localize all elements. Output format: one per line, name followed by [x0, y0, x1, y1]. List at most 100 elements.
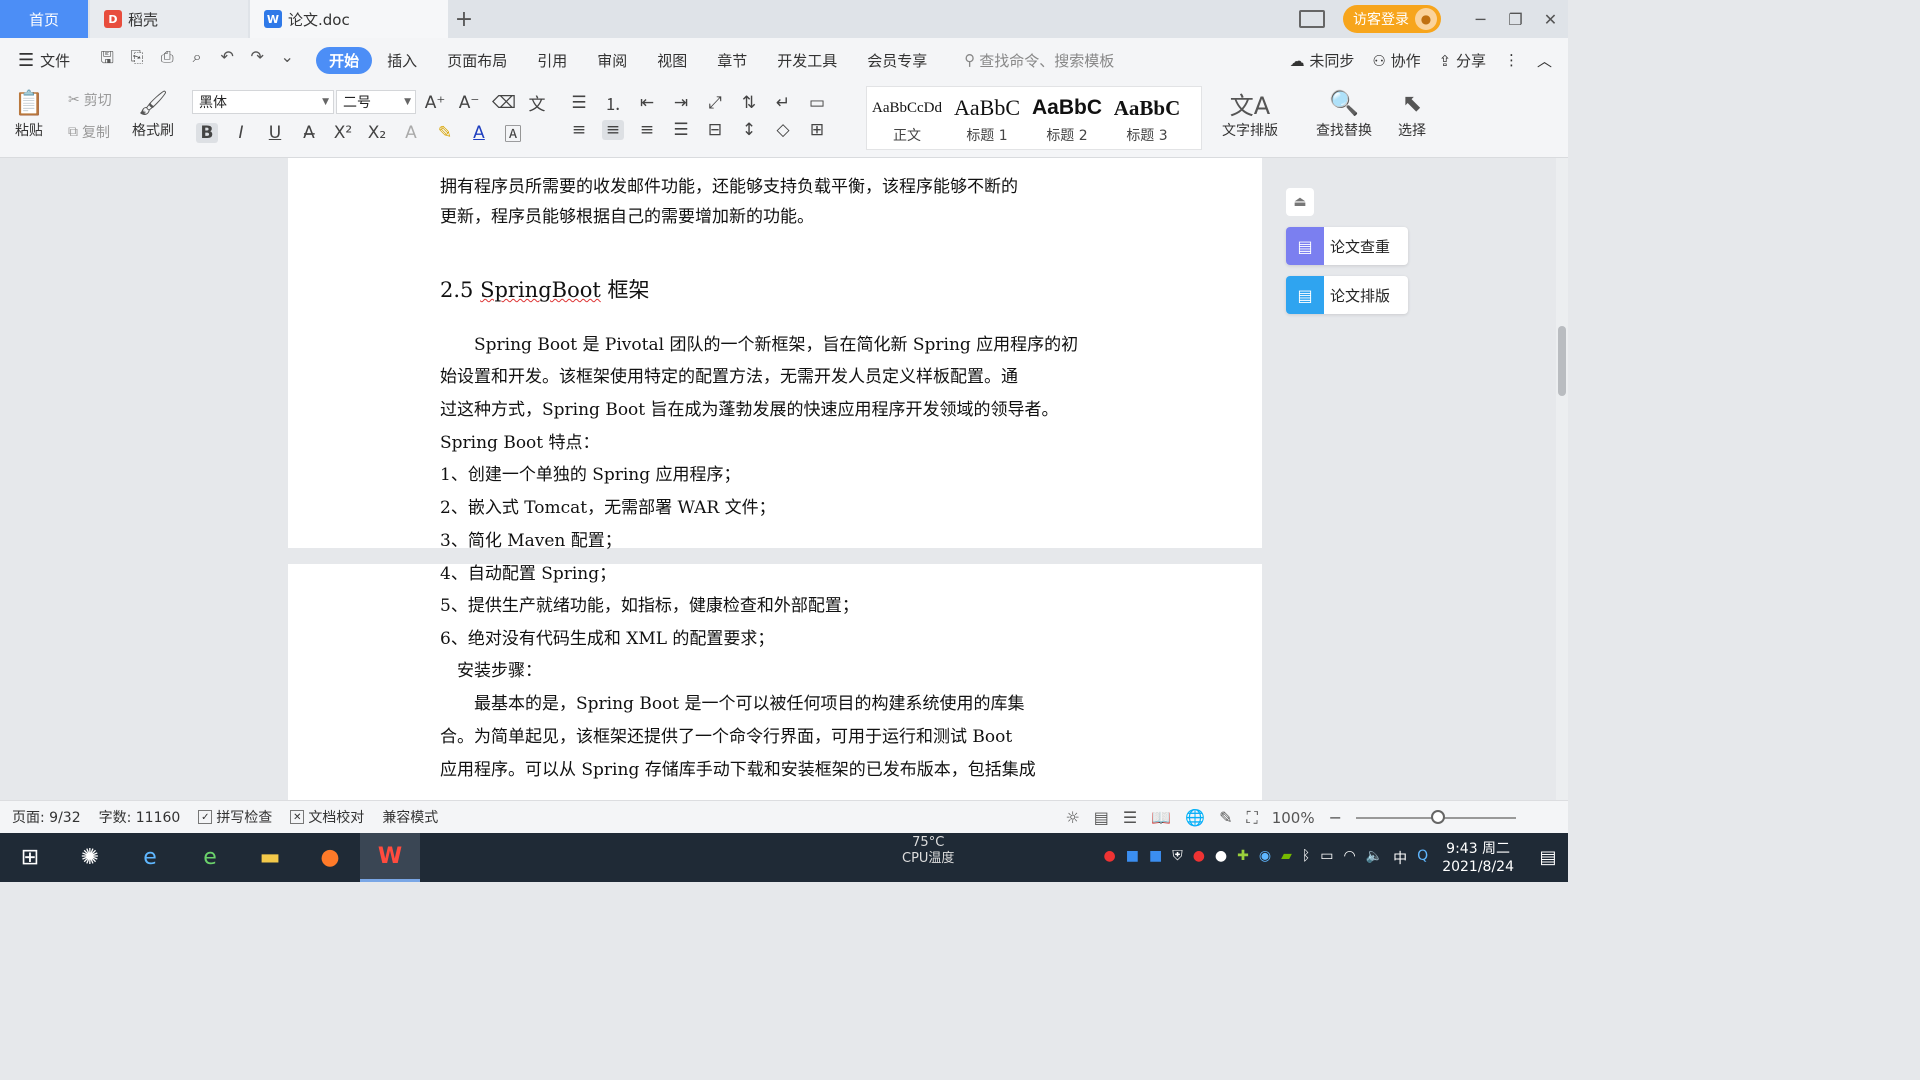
tray-app-icon[interactable]: Q [1417, 848, 1428, 868]
file-menu[interactable]: ☰ 文件 [18, 50, 70, 71]
zoom-out-icon[interactable]: − [1329, 808, 1342, 827]
tab-view[interactable]: 视图 [642, 50, 702, 71]
redo-icon[interactable]: ↷ [242, 47, 272, 74]
tray-app-icon[interactable]: ● [1193, 848, 1205, 868]
tab-section[interactable]: 章节 [702, 50, 762, 71]
numbered-list-icon[interactable]: ⒈ [602, 90, 624, 115]
outline-view-icon[interactable]: ☰ [1123, 808, 1137, 827]
find-replace-button[interactable]: 🔍 查找替换 [1316, 86, 1372, 140]
decrease-indent-icon[interactable]: ⇤ [636, 93, 658, 113]
vertical-scrollbar[interactable] [1556, 158, 1568, 800]
phonetic-icon[interactable]: 文 [526, 90, 548, 115]
char-border-icon[interactable]: 🄰 [502, 120, 524, 145]
superscript-icon[interactable]: X² [332, 123, 354, 143]
increase-indent-icon[interactable]: ⇥ [670, 93, 692, 113]
save-icon[interactable]: 🖫 [92, 47, 122, 74]
guest-login-button[interactable]: 访客登录 ● [1343, 5, 1441, 33]
qq-icon[interactable]: ● [1215, 848, 1227, 868]
ime-indicator[interactable]: 中 [1393, 848, 1407, 868]
web-view-icon[interactable]: 🌐 [1185, 808, 1205, 827]
undo-icon[interactable]: ↶ [212, 47, 242, 74]
write-view-icon[interactable]: ✎ [1219, 808, 1232, 827]
tab-document[interactable]: W 论文.doc [250, 0, 448, 38]
page-indicator[interactable]: 页面: 9/32 [12, 807, 81, 827]
zoom-slider-knob[interactable] [1431, 809, 1445, 824]
align-left-icon[interactable]: ≡ [568, 120, 590, 140]
tab-developer[interactable]: 开发工具 [762, 50, 852, 71]
side-panel-collapse-button[interactable]: ⏏ [1286, 188, 1314, 216]
layout-switch-icon[interactable] [1299, 10, 1325, 28]
taskbar-app-wps[interactable]: W [360, 833, 420, 882]
distribute-icon[interactable]: ⊟ [704, 120, 726, 140]
style-heading-1[interactable]: AaBbC 标题 1 [947, 87, 1027, 149]
select-button[interactable]: ⬉ 选择 [1398, 86, 1426, 140]
clock[interactable]: 9:43 周二 2021/8/24 [1442, 840, 1514, 876]
tab-page-layout[interactable]: 页面布局 [432, 50, 522, 71]
fit-page-icon[interactable]: ⛶ [1247, 808, 1258, 828]
line-spacing-icon[interactable]: ↕ [738, 120, 760, 140]
italic-icon[interactable]: I [230, 123, 252, 143]
text-effect-icon[interactable]: A [400, 123, 422, 143]
taskbar-app-pinwheel[interactable]: ✺ [60, 833, 120, 882]
tab-member[interactable]: 会员专享 [852, 50, 942, 71]
scrollbar-thumb[interactable] [1558, 326, 1566, 396]
underline-icon[interactable]: U [264, 123, 286, 143]
bullet-list-icon[interactable]: ☰ [568, 93, 590, 113]
font-name-select[interactable]: 黑体 ▼ [192, 90, 334, 114]
volume-icon[interactable]: 🔈 [1366, 848, 1383, 868]
tab-references[interactable]: 引用 [522, 50, 582, 71]
taskbar-app-browser[interactable]: e [180, 833, 240, 882]
shading-icon[interactable]: ◇ [772, 120, 794, 140]
customize-toolbar-icon[interactable]: ⌄ [272, 47, 302, 74]
word-count[interactable]: 字数: 11160 [99, 807, 181, 827]
export-icon[interactable]: ⎘ [122, 47, 152, 74]
paper-layout-button[interactable]: ▤ 论文排版 [1286, 276, 1408, 314]
tray-app-icon[interactable]: ✚ [1237, 848, 1249, 868]
tab-start[interactable]: 开始 [316, 46, 373, 74]
tray-app-icon[interactable]: ● [1104, 848, 1116, 868]
cut-button[interactable]: ✂ 剪切 [68, 90, 112, 110]
ruler-icon[interactable]: ▭ [806, 93, 828, 113]
clear-format-icon[interactable]: ⌫ [492, 93, 516, 113]
subscript-icon[interactable]: X₂ [366, 123, 388, 143]
tab-daoke[interactable]: D 稻壳 [90, 0, 248, 38]
tray-app-icon[interactable]: ■ [1149, 848, 1162, 868]
nvidia-icon[interactable]: ▰ [1281, 848, 1292, 868]
print-preview-icon[interactable]: ⌕ [182, 47, 212, 74]
collapse-ribbon-icon[interactable]: ︿ [1537, 50, 1552, 71]
borders-icon[interactable]: ⊞ [806, 120, 828, 140]
zoom-level[interactable]: 100% [1272, 809, 1315, 827]
highlight-icon[interactable]: ✎ [434, 123, 456, 143]
taskbar-app-ie[interactable]: e [120, 833, 180, 882]
paste-button[interactable]: 📋 粘贴 [14, 86, 44, 140]
shield-icon[interactable]: ⛨ [1172, 848, 1183, 868]
tab-insert[interactable]: 插入 [372, 50, 432, 71]
collaborate-button[interactable]: ⚇ 协作 [1372, 50, 1420, 71]
more-icon[interactable]: ⋮ [1504, 51, 1519, 69]
spell-check-button[interactable]: ✓ 拼写检查 [198, 807, 272, 827]
taskbar-app-explorer[interactable]: ▬ [240, 833, 300, 882]
tab-home[interactable]: 首页 [0, 0, 88, 38]
page-view-icon[interactable]: ▤ [1094, 808, 1109, 827]
wifi-icon[interactable]: ◠ [1344, 848, 1356, 868]
eye-protection-icon[interactable]: ☼ [1065, 808, 1079, 827]
paper-check-button[interactable]: ▤ 论文查重 [1286, 227, 1408, 265]
new-tab-button[interactable]: + [452, 4, 476, 34]
command-search-input[interactable]: ⚲ 查找命令、搜索模板 [964, 50, 1114, 71]
minimize-button[interactable]: ─ [1463, 0, 1498, 38]
zoom-slider[interactable] [1356, 809, 1516, 824]
strikethrough-icon[interactable]: A̶ [298, 123, 320, 143]
tab-review[interactable]: 审阅 [582, 50, 642, 71]
tray-app-icon[interactable]: ◉ [1259, 848, 1271, 868]
style-normal[interactable]: AaBbCcDd 正文 [867, 87, 947, 149]
text-layout-button[interactable]: 文A 文字排版 [1222, 86, 1278, 140]
format-painter-button[interactable]: 🖌 格式刷 [132, 86, 174, 140]
shrink-font-icon[interactable]: A⁻ [458, 93, 480, 113]
style-heading-3[interactable]: AaBbC 标题 3 [1107, 87, 1187, 149]
sync-button[interactable]: ☁ 未同步 [1290, 50, 1355, 71]
close-button[interactable]: ✕ [1533, 0, 1568, 38]
read-view-icon[interactable]: 📖 [1151, 808, 1171, 827]
align-right-icon[interactable]: ≡ [636, 120, 658, 140]
font-color-icon[interactable]: A [468, 123, 490, 143]
style-heading-2[interactable]: AaBbC 标题 2 [1027, 87, 1107, 149]
